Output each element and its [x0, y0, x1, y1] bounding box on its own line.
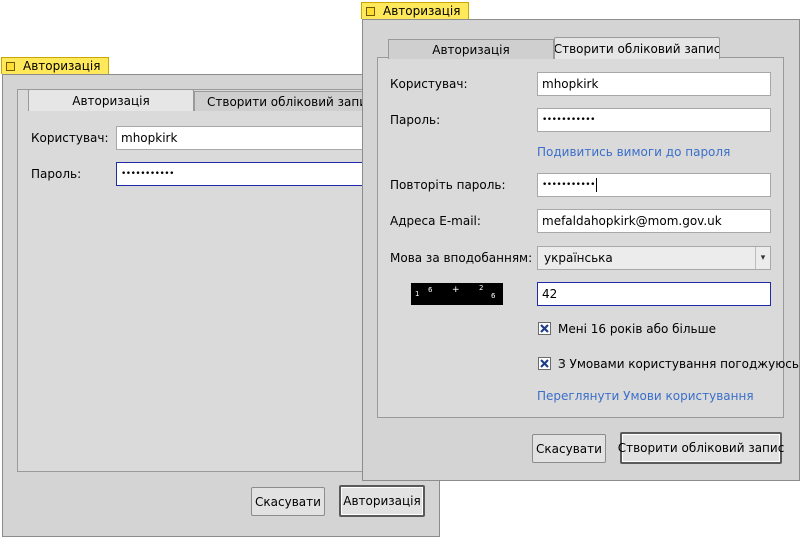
front-tab-login-label: Авторизація [432, 42, 510, 57]
front-tab-login[interactable]: Авторизація [388, 39, 554, 59]
language-select-value: українська [544, 251, 613, 265]
front-window-title: Авторизація [383, 4, 461, 18]
front-username-input[interactable] [537, 72, 771, 96]
back-tab-create-account-label: Створити обліковий запис [207, 94, 364, 109]
terms-link[interactable]: Переглянути Умови користування [537, 389, 754, 403]
front-window: Авторизація Створити обліковий запис Кор… [362, 19, 800, 481]
captcha-image: 1 6 + 2 6 [411, 283, 503, 305]
back-login-label: Авторизація [343, 494, 421, 508]
back-cancel-label: Скасувати [255, 494, 321, 509]
back-username-input[interactable] [116, 126, 366, 150]
repeat-password-label: Повторіть пароль: [390, 178, 506, 192]
back-password-mask: ••••••••••• [121, 169, 174, 179]
back-username-label: Користувач: [31, 131, 109, 145]
captcha-answer-input[interactable] [537, 282, 771, 306]
repeat-password-mask: ••••••••••• [542, 180, 595, 190]
terms-checkbox-label[interactable]: З Умовами користування погоджуюсь [558, 357, 799, 371]
back-cancel-button[interactable]: Скасувати [251, 487, 325, 516]
repeat-password-input[interactable]: ••••••••••• [537, 173, 771, 197]
captcha-digit: 6 [428, 286, 433, 294]
chevron-down-icon[interactable]: ▾ [755, 247, 770, 269]
captcha-digit: 1 [415, 290, 420, 298]
language-label: Мова за вподобанням: [390, 251, 533, 265]
age-checkbox-label[interactable]: Мені 16 років або більше [558, 322, 716, 336]
front-window-titlebar[interactable]: Авторизація [361, 2, 469, 19]
captcha-digit: 6 [491, 292, 496, 300]
age-checkbox[interactable] [538, 322, 551, 335]
captcha-digit: 2 [479, 284, 484, 292]
create-account-button[interactable]: Створити обліковий запис [617, 432, 785, 464]
text-cursor [595, 178, 597, 192]
front-cancel-button[interactable]: Скасувати [532, 434, 606, 463]
front-username-label: Користувач: [390, 77, 468, 91]
back-tab-login[interactable]: Авторизація [28, 89, 194, 111]
password-requirements-link[interactable]: Подивитись вимоги до пароля [537, 145, 730, 159]
back-window-title: Авторизація [23, 59, 101, 73]
email-input[interactable] [537, 209, 771, 233]
language-select[interactable]: українська ▾ [537, 246, 771, 270]
captcha-operator: + [452, 285, 460, 295]
front-tab-create-account[interactable]: Створити обліковий запис [554, 37, 720, 59]
back-window-titlebar[interactable]: Авторизація [1, 57, 109, 74]
back-tab-create-account[interactable]: Створити обліковий запис [194, 91, 364, 111]
window-menu-icon[interactable] [6, 61, 15, 71]
window-menu-icon[interactable] [366, 6, 375, 16]
back-tab-login-label: Авторизація [72, 93, 150, 108]
checkmark-icon [540, 324, 549, 333]
front-tab-create-account-label: Створити обліковий запис [554, 41, 720, 56]
front-password-mask: ••••••••••• [542, 115, 595, 125]
create-account-label: Створити обліковий запис [617, 441, 785, 455]
back-password-label: Пароль: [31, 167, 82, 181]
terms-checkbox[interactable] [538, 357, 551, 370]
back-login-button[interactable]: Авторизація [339, 485, 425, 517]
checkmark-icon [540, 359, 549, 368]
back-password-input[interactable]: ••••••••••• [116, 162, 366, 186]
front-cancel-label: Скасувати [536, 441, 602, 456]
front-password-input[interactable]: ••••••••••• [537, 108, 771, 132]
email-label: Адреса E-mail: [390, 214, 481, 228]
front-password-label: Пароль: [390, 113, 441, 127]
